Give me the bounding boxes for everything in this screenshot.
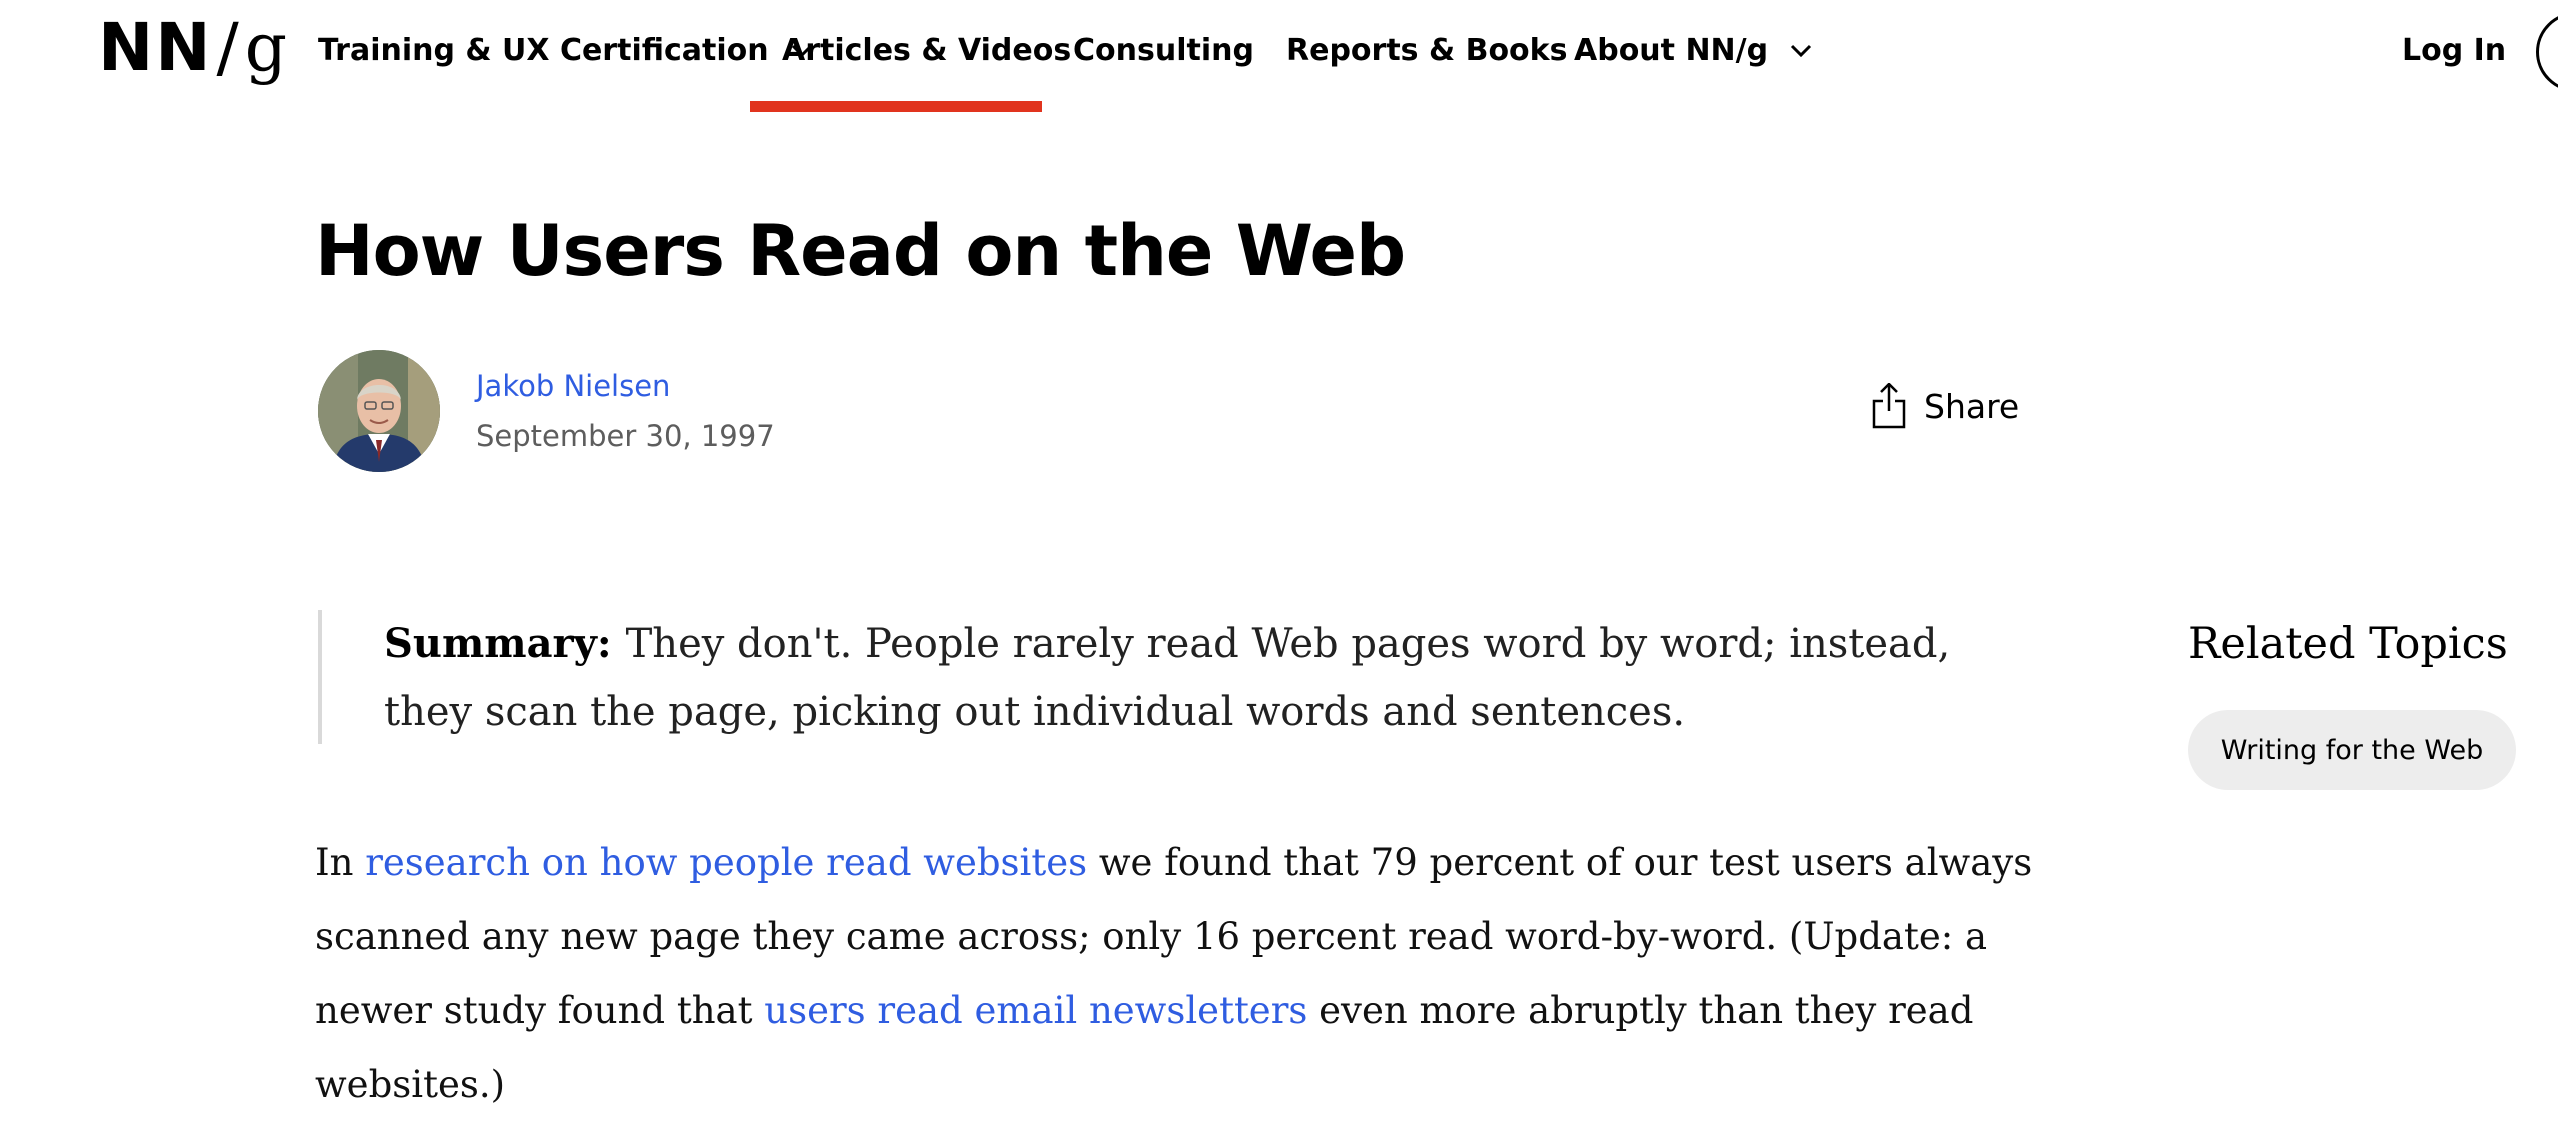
share-icon [1872, 383, 1906, 429]
login-link[interactable]: Log In [2402, 0, 2506, 100]
research-link[interactable]: research on how people read websites [365, 841, 1087, 884]
nav-active-indicator [750, 101, 1042, 112]
nav-reports-books[interactable]: Reports & Books [1286, 0, 1567, 100]
logo-nn: NN [98, 9, 213, 86]
nav-about[interactable]: About NN/g [1574, 0, 1812, 100]
nav-about-label: About NN/g [1574, 32, 1769, 68]
nav-training-label: Training & UX Certification [318, 32, 769, 68]
nav-reports-label: Reports & Books [1286, 32, 1568, 68]
nav-articles-label: Articles & Videos [782, 32, 1072, 68]
author-portrait [318, 350, 440, 472]
search-icon[interactable] [2536, 12, 2558, 92]
site-header: NN / g Training & UX Certification Artic… [0, 0, 2558, 116]
body-text: In [315, 841, 366, 884]
share-button[interactable]: Share [1872, 378, 2019, 434]
article-title: How Users Read on the Web [315, 210, 1406, 292]
summary-text: They don't. People rarely read Web pages… [384, 621, 1951, 735]
summary-lead: Summary: [384, 620, 612, 667]
logo-slash: / [216, 9, 241, 86]
related-topics-heading: Related Topics [2188, 619, 2508, 669]
logo-g: g [244, 9, 289, 86]
share-label: Share [1924, 386, 2020, 426]
chevron-down-icon [1791, 44, 1812, 58]
author-link[interactable]: Jakob Nielsen [476, 366, 670, 406]
nav-training[interactable]: Training & UX Certification [318, 0, 813, 100]
nav-articles-videos[interactable]: Articles & Videos [782, 0, 1071, 100]
nav-consulting[interactable]: Consulting [1073, 0, 1254, 100]
nav-consulting-label: Consulting [1073, 32, 1254, 68]
topic-chip-writing-for-the-web[interactable]: Writing for the Web [2188, 710, 2516, 790]
nng-logo[interactable]: NN / g [98, 6, 289, 90]
publish-date: September 30, 1997 [476, 419, 775, 453]
article-summary: Summary: They don't. People rarely read W… [318, 610, 2038, 744]
author-avatar[interactable] [318, 350, 440, 472]
newsletter-study-link[interactable]: users read email newsletters [764, 989, 1307, 1032]
article-body-paragraph: In research on how people read websites … [315, 826, 2055, 1122]
